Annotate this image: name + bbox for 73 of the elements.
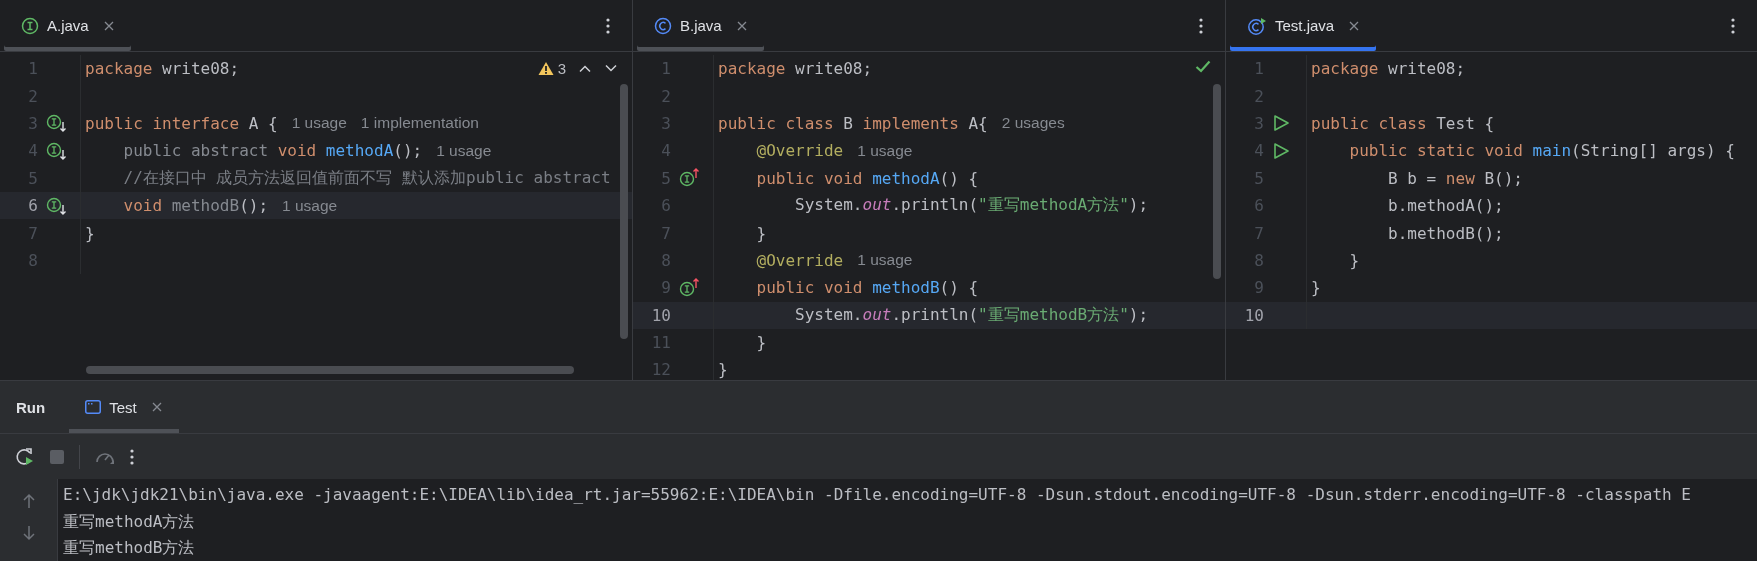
code-text: } bbox=[85, 223, 95, 243]
more-icon[interactable] bbox=[606, 17, 610, 34]
rerun-icon[interactable] bbox=[15, 446, 35, 467]
class-icon bbox=[654, 16, 672, 35]
close-icon[interactable] bbox=[102, 19, 115, 32]
code-text: @Override bbox=[755, 141, 844, 161]
code-text: } bbox=[718, 360, 728, 380]
code-text: } bbox=[1348, 250, 1360, 270]
editor-tab[interactable]: A.java bbox=[4, 0, 131, 51]
implemented-icon[interactable] bbox=[46, 140, 68, 161]
close-icon[interactable] bbox=[735, 19, 748, 32]
close-icon[interactable] bbox=[150, 401, 163, 413]
check-icon[interactable] bbox=[1195, 60, 1211, 73]
code-text: System.out.println("重写methodA方法"); bbox=[794, 195, 1149, 217]
code-text: public static void main(String[] args) { bbox=[1348, 141, 1735, 161]
usage-hint[interactable]: 1 usage bbox=[436, 141, 492, 160]
line-number: 10 bbox=[1243, 305, 1264, 325]
implemented-icon[interactable] bbox=[46, 113, 68, 134]
code-text: } bbox=[1311, 278, 1321, 298]
previous-icon[interactable] bbox=[578, 64, 592, 73]
code-text: B b = new B(); bbox=[1387, 168, 1523, 188]
code-text: public abstract void methodA(); bbox=[122, 141, 423, 161]
more-icon[interactable] bbox=[1731, 17, 1735, 34]
editor-tab[interactable]: Test.java bbox=[1230, 0, 1377, 51]
overrides-icon[interactable] bbox=[679, 277, 701, 298]
code-text: public void methodA() { bbox=[755, 168, 979, 188]
vertical-scrollbar[interactable] bbox=[620, 84, 628, 339]
code-text: public class Test { bbox=[1311, 113, 1495, 133]
code-text: System.out.println("重写methodB方法"); bbox=[794, 304, 1149, 326]
code-text: b.methodB(); bbox=[1387, 223, 1504, 243]
code-text: @Override bbox=[755, 250, 844, 270]
code-text: public interface A { bbox=[85, 113, 278, 133]
usage-hint[interactable]: 2 usages bbox=[1001, 114, 1065, 133]
code-text: public void methodB() { bbox=[755, 278, 979, 298]
vertical-scrollbar[interactable] bbox=[1213, 84, 1221, 279]
interface-icon bbox=[21, 16, 39, 35]
overrides-icon[interactable] bbox=[679, 168, 701, 189]
line-number: 6 bbox=[27, 196, 38, 216]
code-text: package write08; bbox=[718, 59, 873, 79]
panel-title: Run bbox=[16, 398, 46, 416]
code-text: } bbox=[755, 223, 767, 243]
console-line: E:\jdk\jdk21\bin\java.exe -javaagent:E:\IDEA\lib\idea_rt.jar=55962:E:\IDEA\bin -Dfile.encoding=UTF-8 -Dsun.stdout.encoding=UTF-8 -Dsun.stderr.encoding=UTF-8 -classpath E bbox=[63, 484, 1691, 506]
usage-hint[interactable]: 1 usage bbox=[857, 141, 913, 160]
code-text: void methodB(); bbox=[122, 196, 269, 216]
console-line: 重写methodB方法 bbox=[63, 537, 196, 559]
down-arrow-icon[interactable] bbox=[21, 525, 36, 541]
code-text: package write08; bbox=[1311, 59, 1466, 79]
usage-hint[interactable]: 1 implementation bbox=[360, 114, 479, 133]
code-text: } bbox=[755, 333, 767, 353]
run-icon[interactable] bbox=[1272, 141, 1290, 160]
runnable-class-icon bbox=[1247, 16, 1267, 35]
close-icon[interactable] bbox=[1348, 19, 1361, 32]
editor-tab[interactable]: B.java bbox=[637, 0, 764, 51]
code-text: public class B implements A{ bbox=[718, 113, 988, 133]
warning-icon[interactable] bbox=[537, 61, 554, 76]
code-text: //在接口中 成员方法返回值前面不写 默认添加public abstract bbox=[122, 167, 611, 189]
code-text: package write08; bbox=[85, 59, 240, 79]
horizontal-scrollbar[interactable] bbox=[86, 366, 574, 374]
warning-count[interactable]: 3 bbox=[557, 60, 566, 77]
more-icon[interactable] bbox=[1199, 17, 1203, 34]
run-tab[interactable]: Test bbox=[69, 381, 179, 433]
up-arrow-icon[interactable] bbox=[21, 493, 36, 509]
usage-hint[interactable]: 1 usage bbox=[282, 196, 338, 215]
console-icon bbox=[85, 400, 102, 414]
console-line: 重写methodA方法 bbox=[63, 510, 196, 533]
usage-hint[interactable]: 1 usage bbox=[857, 251, 913, 270]
run-icon[interactable] bbox=[1272, 114, 1290, 133]
code-text: b.methodA(); bbox=[1387, 196, 1504, 216]
line-number: 10 bbox=[650, 305, 671, 325]
more-icon[interactable] bbox=[130, 448, 134, 465]
usage-hint[interactable]: 1 usage bbox=[291, 114, 347, 133]
next-icon[interactable] bbox=[604, 64, 618, 73]
implemented-icon[interactable] bbox=[46, 195, 68, 216]
